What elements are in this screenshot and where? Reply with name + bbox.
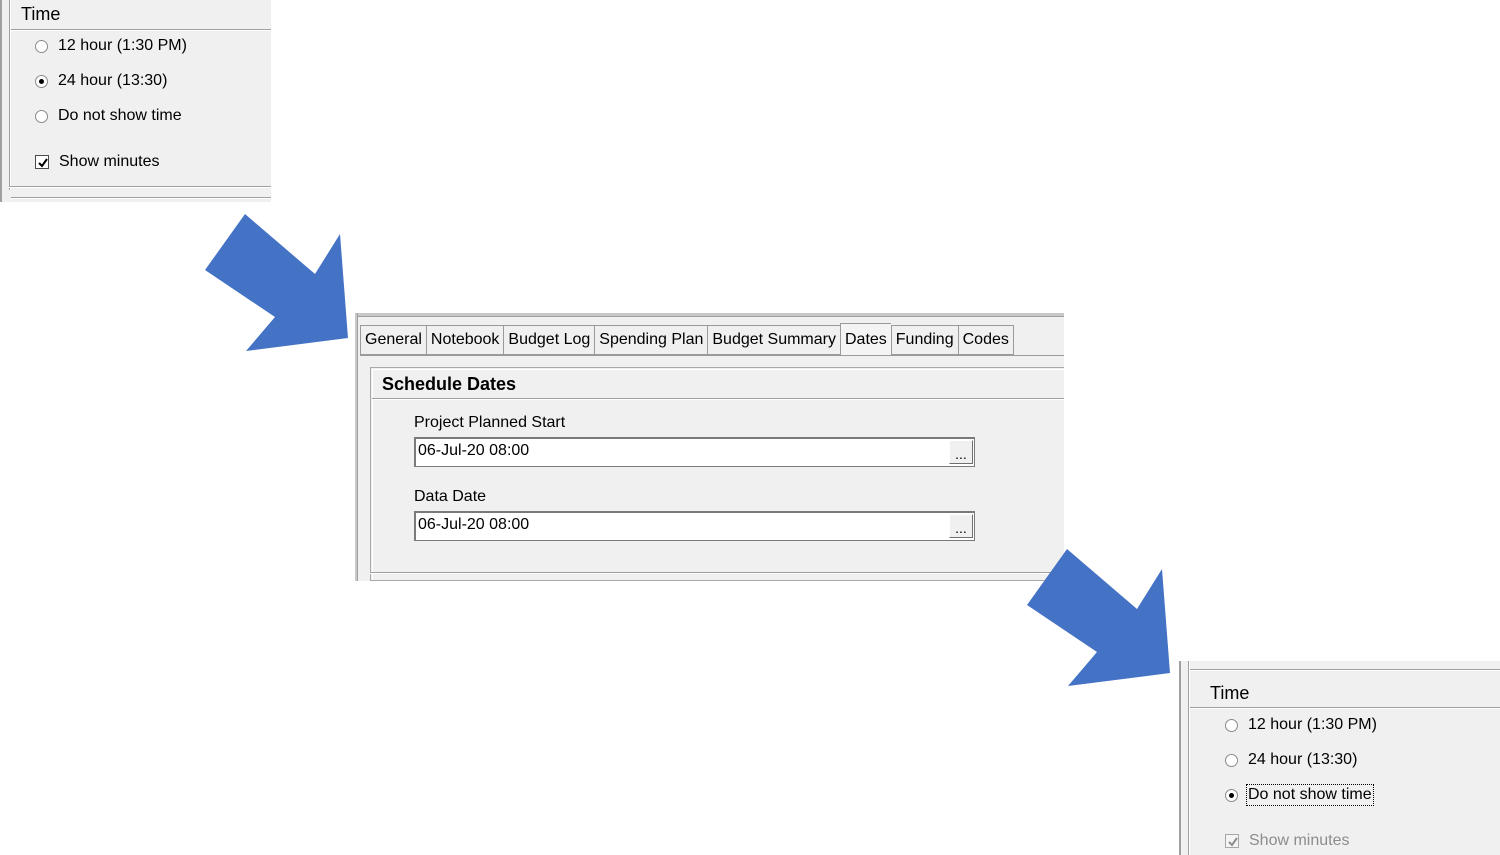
arrow-icon-1 xyxy=(205,214,348,351)
tab-notebook[interactable]: Notebook xyxy=(425,325,504,355)
show-minutes-option[interactable]: Show minutes xyxy=(35,153,160,171)
option-no-time-label: Do not show time xyxy=(58,107,182,124)
details-tab-strip: General Notebook Budget Log Spending Pla… xyxy=(360,323,1014,356)
time-section-title: Time xyxy=(21,4,61,24)
tab-general[interactable]: General xyxy=(360,325,426,355)
option-24-hour-label: 24 hour (13:30) xyxy=(58,72,168,89)
data-date-value: 06-Jul-20 08:00 xyxy=(418,516,530,533)
radio-24-hour[interactable] xyxy=(35,74,48,88)
option-no-time-label: Do not show time xyxy=(1246,784,1374,806)
show-minutes-option: Show minutes xyxy=(1225,832,1350,850)
project-planned-start-value: 06-Jul-20 08:00 xyxy=(418,442,530,459)
option-12-hour-label: 12 hour (1:30 PM) xyxy=(58,37,187,54)
project-planned-start-field[interactable]: 06-Jul-20 08:00 ... xyxy=(414,437,975,467)
project-planned-start-browse-button[interactable]: ... xyxy=(949,440,973,464)
option-no-time[interactable]: Do not show time xyxy=(1225,784,1374,806)
data-date-label: Data Date xyxy=(414,488,487,505)
data-date-field[interactable]: 06-Jul-20 08:00 ... xyxy=(414,511,975,541)
schedule-dates-title: Schedule Dates xyxy=(382,374,517,394)
radio-no-time[interactable] xyxy=(1225,788,1238,802)
project-details-dates-panel: General Notebook Budget Log Spending Pla… xyxy=(355,313,1064,581)
option-no-time[interactable]: Do not show time xyxy=(35,107,182,125)
time-settings-panel-after: Time 12 hour (1:30 PM) 24 hour (13:30) D… xyxy=(1179,661,1500,855)
show-minutes-label: Show minutes xyxy=(59,153,160,170)
radio-12-hour[interactable] xyxy=(1225,718,1238,732)
option-12-hour-label: 12 hour (1:30 PM) xyxy=(1248,716,1377,733)
time-settings-panel-before: Time 12 hour (1:30 PM) 24 hour (13:30) D… xyxy=(0,0,271,202)
data-date-browse-button[interactable]: ... xyxy=(949,514,973,538)
time-section-title: Time xyxy=(1210,683,1250,703)
option-24-hour[interactable]: 24 hour (13:30) xyxy=(35,72,167,90)
radio-no-time[interactable] xyxy=(35,109,48,123)
arrow-icon-2 xyxy=(1027,549,1170,686)
show-minutes-checkbox xyxy=(1225,834,1239,848)
tab-budget-summary[interactable]: Budget Summary xyxy=(707,325,840,355)
project-planned-start-label: Project Planned Start xyxy=(414,414,566,431)
option-24-hour-label: 24 hour (13:30) xyxy=(1248,751,1358,768)
tab-codes[interactable]: Codes xyxy=(957,325,1014,355)
tab-budget-log[interactable]: Budget Log xyxy=(503,325,595,355)
tab-funding[interactable]: Funding xyxy=(890,325,958,355)
show-minutes-label: Show minutes xyxy=(1249,832,1350,849)
tab-dates[interactable]: Dates xyxy=(839,323,891,356)
radio-12-hour[interactable] xyxy=(35,39,48,53)
radio-24-hour[interactable] xyxy=(1225,753,1238,767)
show-minutes-checkbox[interactable] xyxy=(35,155,49,169)
tab-spending-plan[interactable]: Spending Plan xyxy=(594,325,708,355)
option-24-hour[interactable]: 24 hour (13:30) xyxy=(1225,751,1357,769)
option-12-hour[interactable]: 12 hour (1:30 PM) xyxy=(1225,716,1377,734)
option-12-hour[interactable]: 12 hour (1:30 PM) xyxy=(35,37,187,55)
